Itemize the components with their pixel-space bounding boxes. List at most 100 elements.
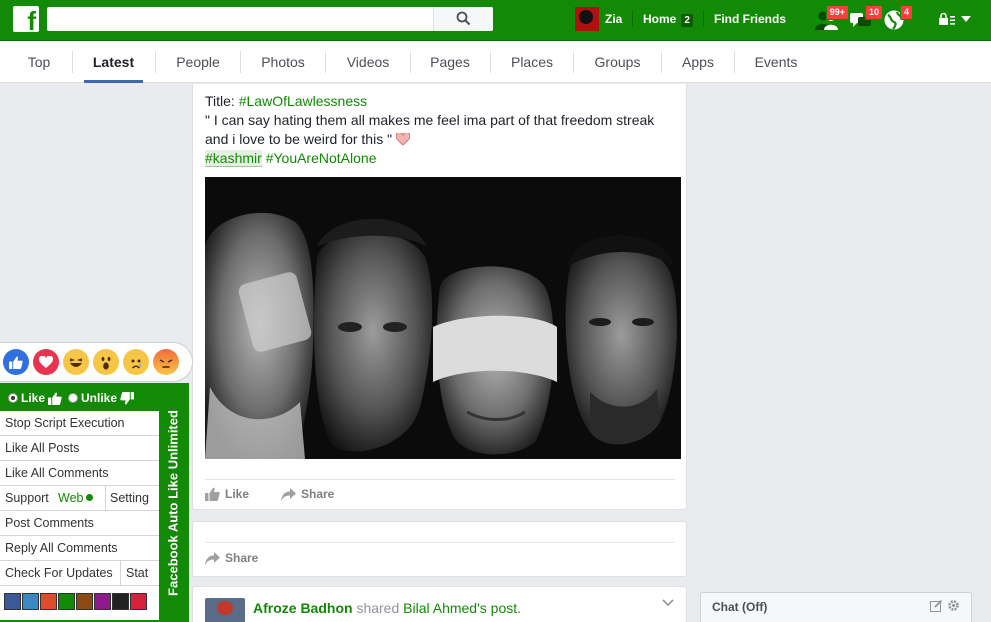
quote-line: and i love to be weird for this "	[205, 131, 393, 147]
angry-reaction[interactable]	[153, 349, 179, 375]
gear-icon[interactable]	[947, 599, 960, 612]
color-swatch[interactable]	[112, 593, 129, 610]
color-swatch[interactable]	[58, 593, 75, 610]
color-swatch[interactable]	[40, 593, 57, 610]
panel-side-tab[interactable]: Facebook Auto Like Unlimited	[159, 385, 187, 622]
like-all-comments-button[interactable]: Like All Comments	[0, 461, 159, 486]
lock-icon	[939, 12, 955, 25]
setting-button[interactable]: Setting	[110, 486, 149, 511]
tab-divider	[72, 51, 73, 73]
panel-header: Like Unlike	[0, 385, 159, 411]
home-label: Home	[643, 12, 677, 26]
divider	[105, 486, 106, 511]
tab-places[interactable]: Places	[503, 41, 561, 83]
share-arrow-icon	[281, 487, 296, 501]
profile-link[interactable]: Zia	[575, 7, 622, 31]
color-swatch[interactable]	[76, 593, 93, 610]
color-swatch[interactable]	[4, 593, 21, 610]
search-button[interactable]	[433, 7, 493, 31]
share-arrow-icon	[205, 551, 220, 565]
share-button[interactable]: Share	[205, 551, 258, 565]
search-input[interactable]	[47, 7, 493, 31]
chevron-down-icon[interactable]	[662, 599, 674, 607]
avatar[interactable]	[205, 598, 245, 622]
stop-script-button[interactable]: Stop Script Execution	[0, 411, 159, 436]
like-button[interactable]: Like	[205, 487, 249, 501]
share-label: Share	[301, 487, 335, 501]
post-header: Afroze Badhon shared Bilal Ahmed's post.	[253, 600, 521, 616]
notifications-button[interactable]: 4	[883, 5, 913, 31]
search-icon	[456, 11, 471, 26]
tab-apps[interactable]: Apps	[673, 41, 723, 83]
find-friends-link[interactable]: Find Friends	[714, 12, 786, 26]
tab-groups[interactable]: Groups	[586, 41, 649, 83]
post-link[interactable]: 's post.	[477, 600, 521, 616]
heart-icon	[395, 133, 410, 146]
thumbs-down-icon	[120, 391, 134, 404]
wow-reaction[interactable]	[93, 349, 119, 375]
color-swatch[interactable]	[130, 593, 147, 610]
feed-post: Afroze Badhon shared Bilal Ahmed's post.	[192, 586, 687, 622]
friend-requests-badge: 99+	[825, 5, 849, 20]
tab-photos[interactable]: Photos	[253, 41, 313, 83]
surprised-face-icon	[101, 357, 111, 370]
facebook-logo[interactable]: f	[13, 6, 39, 34]
shared-post-card: Share	[192, 521, 687, 577]
like-label: Like	[225, 487, 250, 501]
like-all-posts-button[interactable]: Like All Posts	[0, 436, 159, 461]
messages-button[interactable]: 10	[849, 5, 883, 31]
tab-divider	[573, 51, 574, 73]
nav-divider	[632, 11, 633, 27]
support-link[interactable]: Support	[5, 486, 49, 511]
like-reaction[interactable]	[3, 349, 29, 375]
color-swatch[interactable]	[22, 593, 39, 610]
haha-reaction[interactable]	[63, 349, 89, 375]
friend-requests-button[interactable]: 99+	[815, 5, 849, 31]
color-swatches	[4, 593, 147, 610]
compose-icon[interactable]	[930, 599, 943, 612]
notifications-badge: 4	[899, 5, 913, 20]
sad-reaction[interactable]	[123, 349, 149, 375]
tab-latest[interactable]: Latest	[84, 41, 143, 83]
tab-top[interactable]: Top	[14, 41, 64, 83]
author-link[interactable]: Afroze Badhon	[253, 600, 353, 616]
tab-divider	[410, 51, 411, 73]
share-button[interactable]: Share	[281, 487, 334, 501]
title-prefix: Title:	[205, 93, 239, 109]
stat-button[interactable]: Stat	[126, 561, 148, 586]
share-label: Share	[225, 551, 259, 565]
updates-row: Check For Updates Stat	[0, 561, 159, 586]
home-link[interactable]: Home 2	[643, 12, 693, 27]
tab-events[interactable]: Events	[746, 41, 806, 83]
divider	[205, 542, 675, 543]
hashtag-link[interactable]: #YouAreNotAlone	[266, 150, 377, 166]
love-reaction[interactable]	[33, 349, 59, 375]
post-comments-button[interactable]: Post Comments	[0, 511, 159, 536]
color-swatch[interactable]	[94, 593, 111, 610]
tab-divider	[240, 51, 241, 73]
hashtag-link[interactable]: #kashmir	[205, 150, 262, 167]
post-photo[interactable]	[205, 177, 681, 459]
check-updates-button[interactable]: Check For Updates	[5, 561, 113, 586]
post-text: Title: #LawOfLawlessness " I can say hat…	[205, 92, 675, 168]
auto-like-panel: Like Unlike Stop Script Execution Like A…	[0, 383, 189, 622]
account-menu-button[interactable]	[938, 12, 972, 26]
original-author-link[interactable]: Bilal Ahmed	[403, 600, 477, 616]
nav-divider	[703, 11, 704, 27]
tab-divider	[155, 51, 156, 73]
tab-pages[interactable]: Pages	[422, 41, 478, 83]
web-link[interactable]: Web	[58, 486, 94, 511]
support-row: Support Web Setting	[0, 486, 159, 511]
tab-people[interactable]: People	[168, 41, 228, 83]
reply-all-comments-button[interactable]: Reply All Comments	[0, 536, 159, 561]
like-radio[interactable]	[8, 393, 18, 403]
hashtag-link[interactable]: #LawOfLawlessness	[239, 93, 367, 109]
search-tabs: Top Latest People Photos Videos Pages Pl…	[0, 41, 991, 83]
like-mode-label: Like	[21, 391, 46, 405]
unlike-mode-label: Unlike	[81, 391, 118, 405]
unlike-radio[interactable]	[68, 393, 79, 403]
thumbs-up-icon	[48, 392, 62, 405]
chat-bar[interactable]: Chat (Off)	[700, 592, 972, 622]
web-label: Web	[58, 491, 84, 505]
tab-videos[interactable]: Videos	[338, 41, 398, 83]
